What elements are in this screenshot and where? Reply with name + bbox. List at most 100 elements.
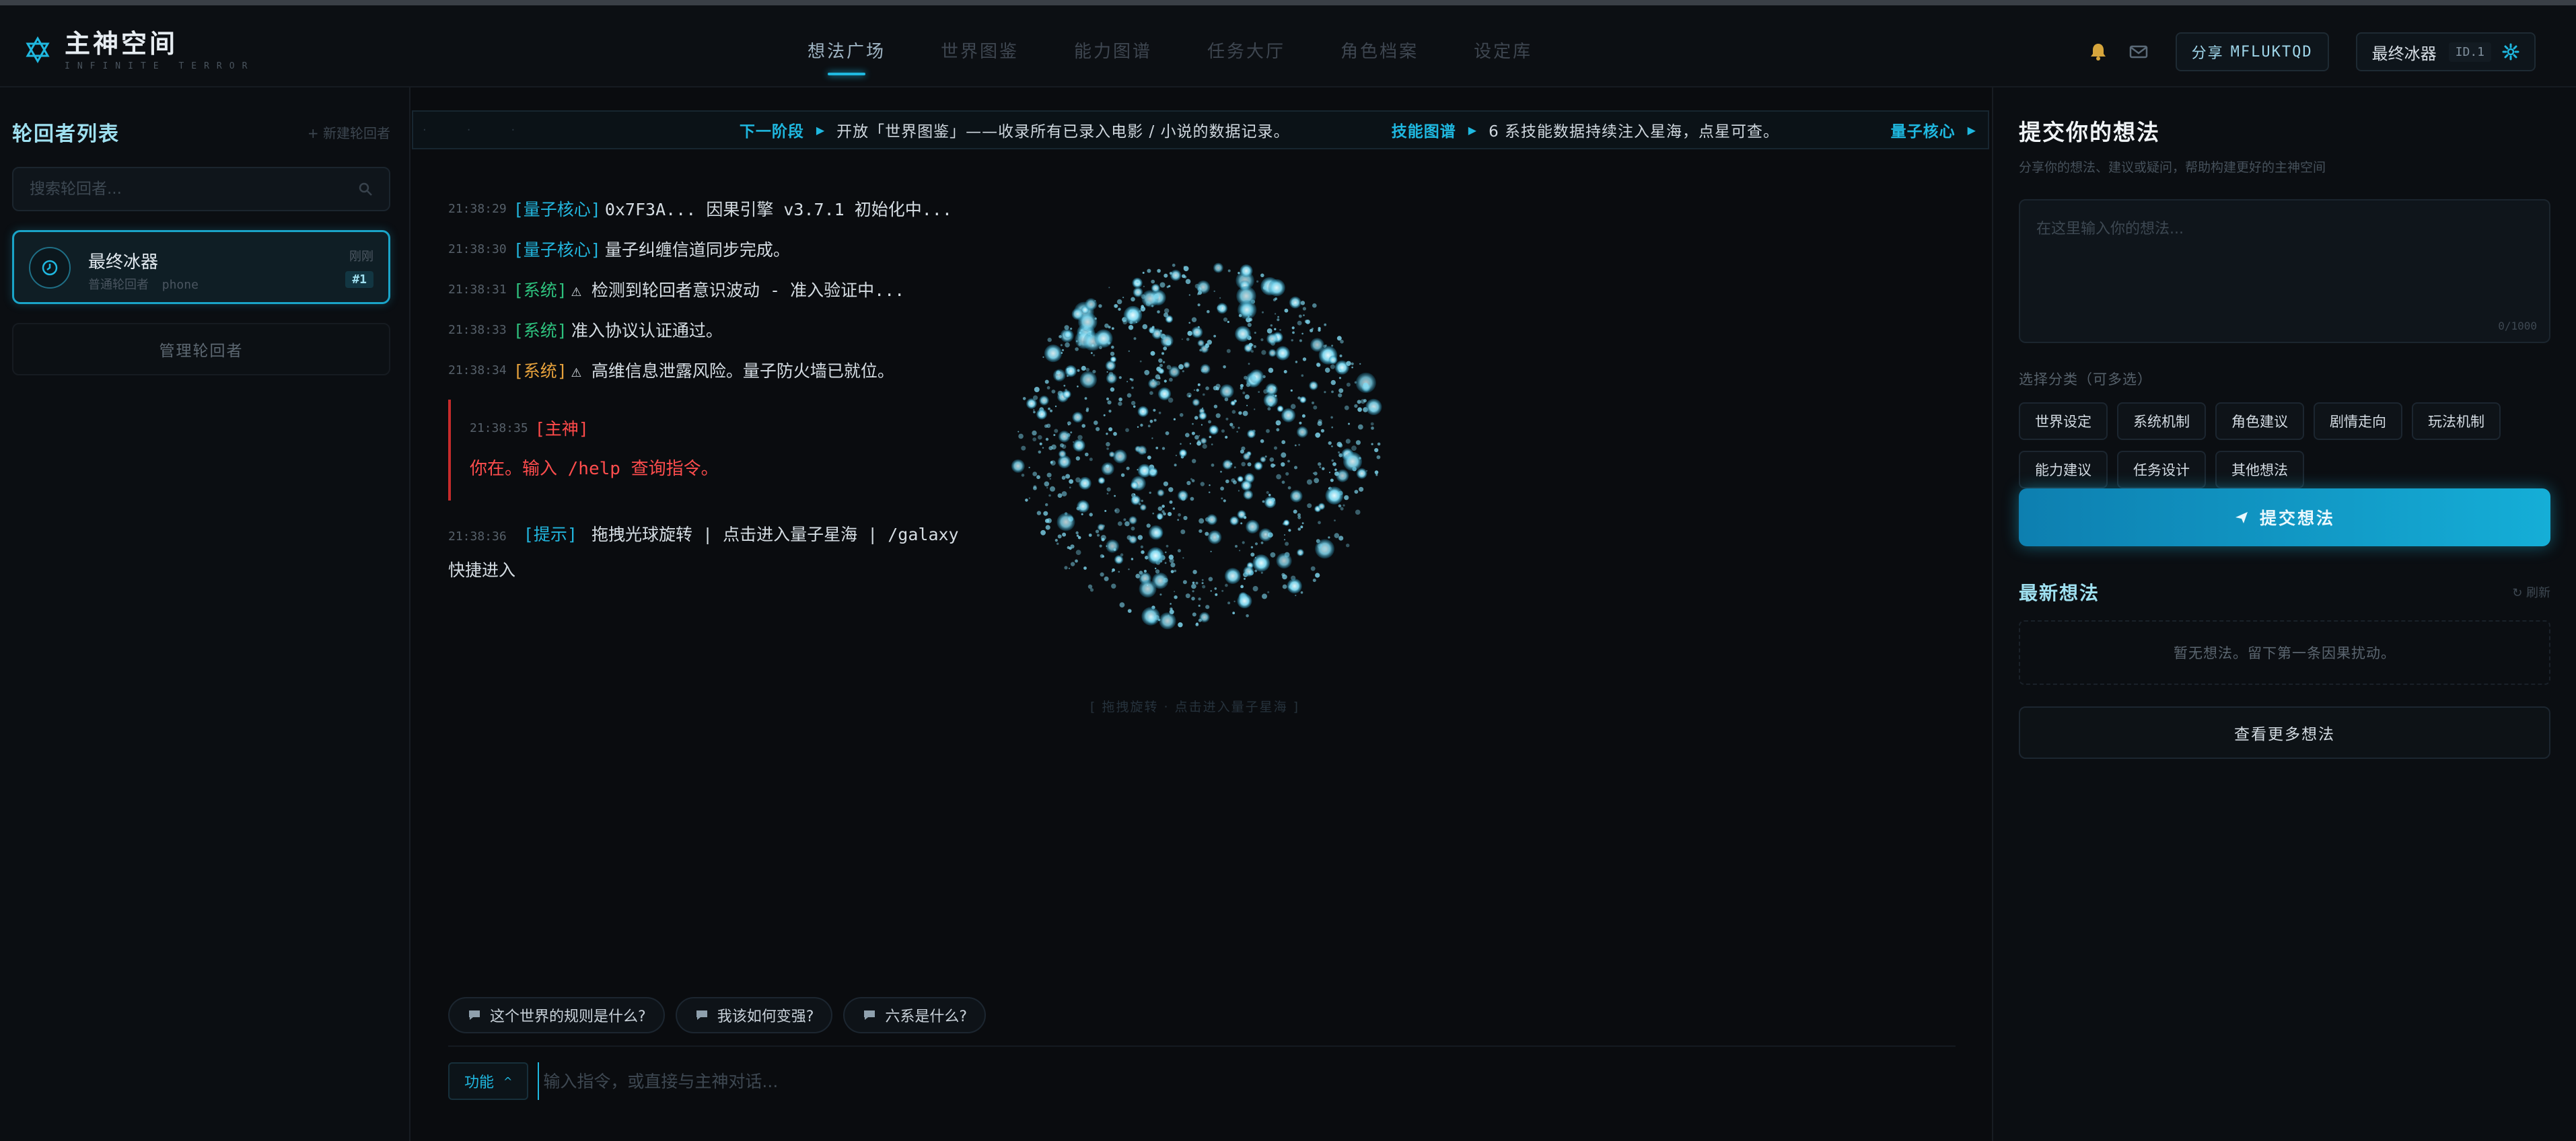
tab-world-atlas[interactable]: 世界图鉴 — [941, 11, 1019, 93]
log-line: 21:38:29 [量子核心] 0x7F3A... 因果引擎 v3.7.1 初始… — [448, 188, 1054, 229]
tab-idea-plaza[interactable]: 想法广场 — [808, 11, 886, 93]
quantum-orb[interactable] — [1003, 249, 1393, 639]
orb-particle — [1243, 490, 1254, 500]
quick-question-button[interactable]: 我该如何变强? — [675, 997, 833, 1033]
command-bar: 功能 ^ — [448, 1060, 1956, 1102]
tab-settings-library[interactable]: 设定库 — [1474, 11, 1532, 93]
sidebar-header: 轮回者列表 + 新建轮回者 — [12, 117, 390, 147]
orb-particle — [1258, 391, 1260, 393]
command-input[interactable] — [538, 1062, 1956, 1100]
orb-particle — [1137, 406, 1149, 417]
orb-particle — [1206, 514, 1217, 525]
tab-ability-map[interactable]: 能力图谱 — [1074, 11, 1152, 93]
reader-search-input[interactable] — [30, 180, 358, 198]
orb-particle — [1240, 522, 1243, 525]
orb-particle — [1312, 579, 1316, 583]
category-ability-suggestion[interactable]: 能力建议 — [2019, 451, 2108, 488]
orb-particle — [1169, 500, 1173, 504]
orb-particle — [1314, 472, 1318, 476]
orb-particle — [1169, 377, 1173, 382]
submit-idea-button[interactable]: 提交想法 — [2019, 488, 2550, 546]
orb-particle — [1085, 407, 1089, 410]
orb-particle — [1261, 350, 1266, 355]
orb-particle — [1346, 544, 1350, 548]
share-code: MFLUKTQD — [2230, 43, 2313, 61]
orb-particle — [1047, 337, 1052, 342]
orb-particle — [1189, 443, 1191, 445]
orb-particle — [1111, 583, 1116, 589]
manage-readers-button[interactable]: 管理轮回者 — [12, 323, 390, 375]
app-logo[interactable]: 主神空间 INFINITE TERROR — [24, 23, 254, 77]
orb-particle — [1021, 474, 1025, 477]
category-plot-direction[interactable]: 剧情走向 — [2314, 402, 2402, 440]
category-world-setting[interactable]: 世界设定 — [2019, 402, 2108, 440]
share-button[interactable]: 分享 MFLUKTQD — [2175, 32, 2329, 71]
orb-particle — [1157, 268, 1161, 273]
view-more-ideas-button[interactable]: 查看更多想法 — [2019, 706, 2550, 759]
orb-particle — [1118, 397, 1122, 402]
orb-particle — [1270, 552, 1276, 558]
orb-particle — [1051, 390, 1056, 394]
gear-icon[interactable] — [2502, 43, 2519, 61]
orb-particle — [1250, 552, 1255, 557]
orb-particle — [1281, 440, 1286, 445]
orb-particle — [1225, 583, 1228, 587]
category-list: 世界设定 系统机制 角色建议 剧情走向 玩法机制 能力建议 任务设计 其他想法 — [2019, 402, 2557, 499]
reader-card[interactable]: 最终冰器 普通轮回者 phone 刚刚 #1 — [12, 230, 390, 304]
orb-particle — [1104, 510, 1107, 512]
orb-particle — [1312, 303, 1317, 308]
orb-particle — [1292, 331, 1295, 334]
orb-particle — [1052, 369, 1066, 382]
orb-particle — [1288, 585, 1292, 589]
orb-particle — [1377, 442, 1381, 446]
category-character-suggestion[interactable]: 角色建议 — [2215, 402, 2304, 440]
orb-particle — [1209, 484, 1211, 486]
orb-particle — [1077, 385, 1079, 388]
orb-particle — [1298, 443, 1300, 446]
orb-particle — [1301, 332, 1303, 335]
terminal-main: ··· 下一阶段 ▶ 开放「世界图鉴」——收录所有已录入电影 / 小说的数据记录… — [410, 87, 1992, 1141]
tab-mission-hall[interactable]: 任务大厅 — [1207, 11, 1285, 93]
orb-particle — [1244, 375, 1248, 380]
orb-particle — [1100, 535, 1106, 541]
orb-particle — [1107, 341, 1111, 345]
orb-particle — [1270, 324, 1273, 327]
refresh-button[interactable]: ↻ 刷新 — [2512, 583, 2550, 601]
bell-icon[interactable] — [2088, 42, 2108, 62]
orb-particle — [1110, 387, 1115, 392]
orb-particle — [1118, 307, 1121, 311]
orb-particle — [1141, 294, 1146, 299]
orb-particle — [1205, 343, 1208, 346]
orb-particle — [1085, 452, 1089, 457]
orb-particle — [1163, 481, 1168, 486]
tab-character-files[interactable]: 角色档案 — [1340, 11, 1419, 93]
orb-particle — [1285, 542, 1289, 546]
orb-particle — [1119, 602, 1125, 608]
orb-particle — [1231, 410, 1236, 414]
new-reader-button[interactable]: + 新建轮回者 — [308, 122, 390, 142]
orb-particle — [1100, 572, 1104, 577]
quick-question-button[interactable]: 六系是什么? — [843, 997, 987, 1033]
quick-question-button[interactable]: 这个世界的规则是什么? — [448, 997, 665, 1033]
function-menu-button[interactable]: 功能 ^ — [448, 1062, 529, 1100]
orb-particle — [1208, 491, 1211, 494]
category-system-mechanics[interactable]: 系统机制 — [2117, 402, 2206, 440]
mail-icon[interactable] — [2128, 42, 2149, 62]
orb-particle — [1050, 486, 1055, 492]
category-mission-design[interactable]: 任务设计 — [2117, 451, 2206, 488]
orb-particle — [1276, 552, 1292, 569]
category-gameplay[interactable]: 玩法机制 — [2412, 402, 2501, 440]
orb-particle — [1033, 485, 1037, 488]
orb-particle — [1159, 330, 1162, 332]
orb-particle — [1371, 427, 1374, 430]
orb-particle — [1170, 269, 1182, 281]
user-menu[interactable]: 最终冰器 ID.1 — [2355, 32, 2536, 71]
orb-particle — [1260, 439, 1264, 443]
category-other[interactable]: 其他想法 — [2215, 451, 2304, 488]
idea-textarea[interactable] — [2036, 217, 2533, 311]
orb-particle — [1149, 491, 1151, 494]
orb-particle — [1221, 589, 1224, 592]
orb-particle — [1129, 309, 1133, 313]
submit-label: 提交想法 — [2259, 509, 2335, 528]
orb-particle — [1154, 293, 1159, 299]
